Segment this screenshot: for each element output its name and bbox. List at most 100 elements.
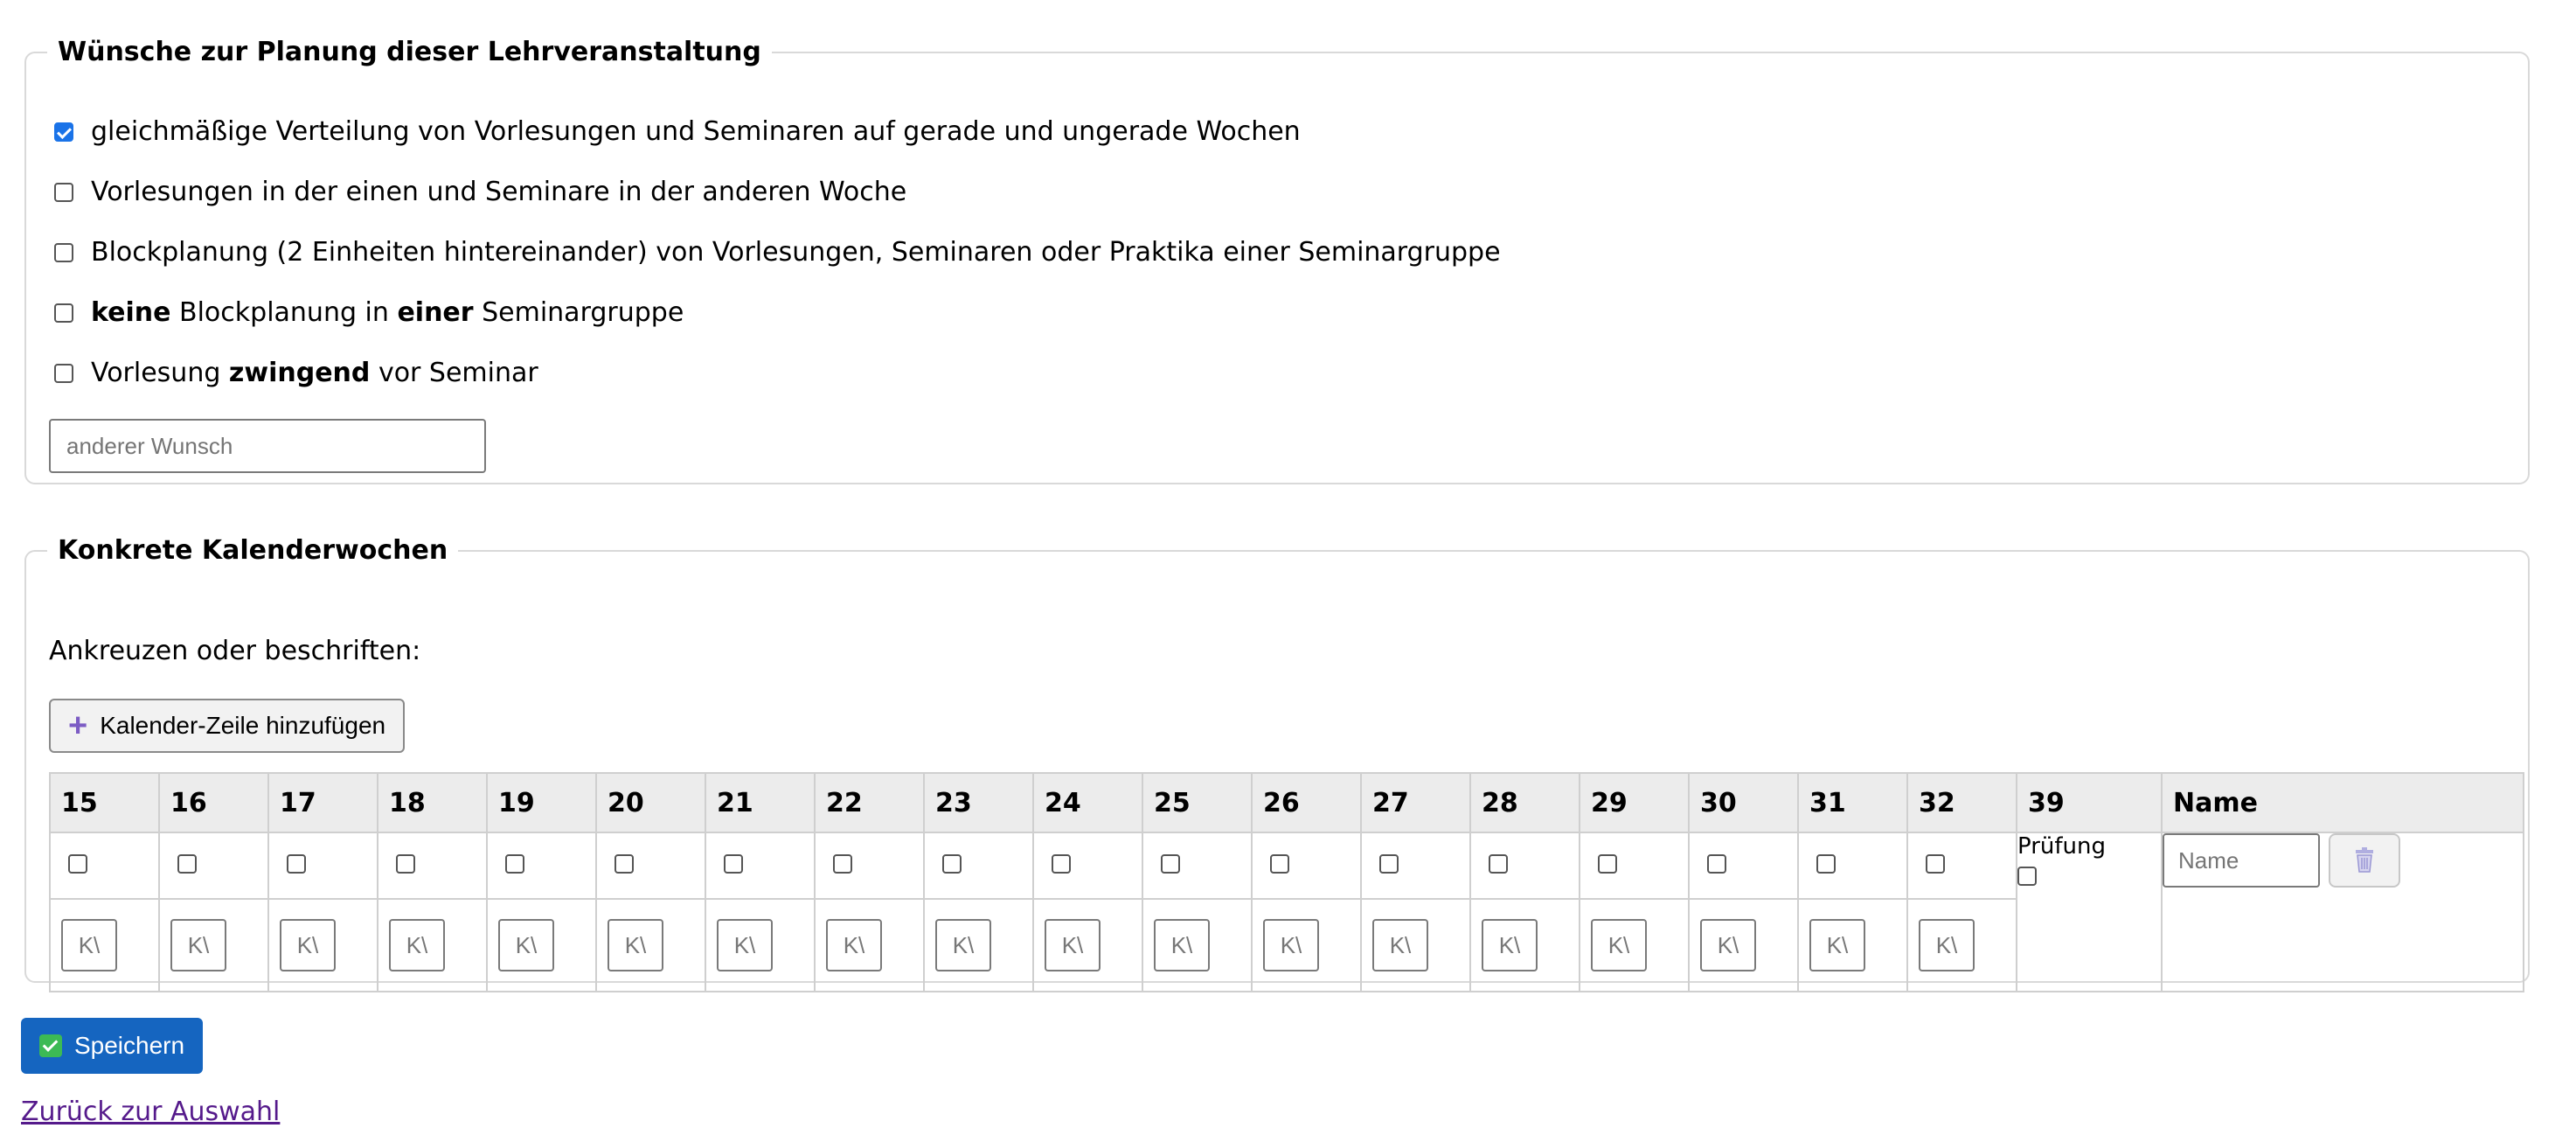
wish-checkbox-even-distribution[interactable] <box>54 122 73 142</box>
week-checkbox[interactable] <box>833 854 852 874</box>
name-cell <box>2161 832 2524 992</box>
kw-input[interactable]: K\ <box>389 919 445 971</box>
add-calendar-row-button[interactable]: + Kalender-Zeile hinzufügen <box>49 699 406 753</box>
kw-cell: K\ <box>923 898 1034 992</box>
week-checkbox[interactable] <box>1926 854 1945 874</box>
week-checkbox[interactable] <box>724 854 743 874</box>
wish-checkbox-alternating-weeks[interactable] <box>54 182 73 202</box>
week-checkbox-cell <box>814 832 925 900</box>
wishes-fieldset: Wünsche zur Planung dieser Lehrveranstal… <box>24 37 2530 484</box>
kw-input[interactable]: K\ <box>608 919 663 971</box>
kw-input[interactable]: K\ <box>1919 919 1975 971</box>
exam-checkbox[interactable] <box>2017 867 2037 886</box>
week-checkbox-cell <box>1579 832 1690 900</box>
kw-cell: K\ <box>705 898 816 992</box>
kw-cell: K\ <box>1906 898 2017 992</box>
wish-option-even-distribution[interactable]: gleichmäßige Verteilung von Vorlesungen … <box>54 116 1301 147</box>
week-checkbox[interactable] <box>68 854 87 874</box>
wish-option-no-block-planning[interactable]: keine Blockplanung in einer Seminargrupp… <box>54 297 684 328</box>
week-checkbox[interactable] <box>396 854 415 874</box>
calendar-fieldset: Konkrete Kalenderwochen Ankreuzen oder b… <box>24 535 2530 992</box>
back-to-selection-link[interactable]: Zurück zur Auswahl <box>21 1097 280 1127</box>
wish-checkbox-block-planning[interactable] <box>54 242 73 262</box>
week-header: 27 <box>1360 772 1471 833</box>
week-checkbox[interactable] <box>177 854 197 874</box>
kw-input[interactable]: K\ <box>170 919 226 971</box>
kw-input[interactable]: K\ <box>1700 919 1756 971</box>
calendar-header-row: 15 16 17 18 19 20 21 22 23 24 25 26 27 2… <box>49 772 2524 833</box>
wish-option-alternating-weeks[interactable]: Vorlesungen in der einen und Seminare in… <box>54 177 906 207</box>
kw-cell: K\ <box>1251 898 1362 992</box>
week-checkbox[interactable] <box>614 854 634 874</box>
week-checkbox-cell <box>158 832 269 900</box>
week-checkbox[interactable] <box>1707 854 1726 874</box>
wish-checkbox-no-block-planning[interactable] <box>54 303 73 323</box>
week-checkbox[interactable] <box>1598 854 1617 874</box>
kw-cell: K\ <box>1142 898 1253 992</box>
week-header: 24 <box>1032 772 1143 833</box>
week-checkbox[interactable] <box>1052 854 1071 874</box>
week-checkbox[interactable] <box>1379 854 1399 874</box>
week-checkbox-cell <box>1251 832 1362 900</box>
week-checkbox[interactable] <box>287 854 306 874</box>
kw-input[interactable]: K\ <box>826 919 882 971</box>
kw-cell: K\ <box>1688 898 1799 992</box>
week-checkbox[interactable] <box>505 854 524 874</box>
trash-icon <box>2356 847 2373 873</box>
kw-input[interactable]: K\ <box>1154 919 1210 971</box>
week-header: 31 <box>1797 772 1908 833</box>
delete-row-button[interactable] <box>2329 833 2400 888</box>
kw-cell: K\ <box>49 898 160 992</box>
exam-label: Prüfung <box>2017 833 2107 860</box>
week-checkbox[interactable] <box>1489 854 1508 874</box>
week-header: 18 <box>377 772 488 833</box>
wish-label: keine Blockplanung in einer Seminargrupp… <box>91 297 684 328</box>
exam-week-header: 39 <box>2016 772 2163 833</box>
kw-input[interactable]: K\ <box>1045 919 1101 971</box>
wish-option-lecture-before-seminar[interactable]: Vorlesung zwingend vor Seminar <box>54 358 538 388</box>
week-header: 29 <box>1579 772 1690 833</box>
wish-label: gleichmäßige Verteilung von Vorlesungen … <box>91 116 1301 147</box>
save-label: Speichern <box>73 1032 185 1059</box>
week-checkbox[interactable] <box>942 854 962 874</box>
week-checkbox-cell <box>486 832 597 900</box>
wish-option-block-planning[interactable]: Blockplanung (2 Einheiten hintereinander… <box>54 237 1501 268</box>
other-wish-input[interactable] <box>49 419 486 473</box>
kw-input[interactable]: K\ <box>61 919 117 971</box>
kw-input[interactable]: K\ <box>280 919 336 971</box>
week-header: 25 <box>1142 772 1253 833</box>
kw-cell: K\ <box>1469 898 1580 992</box>
week-checkbox-cell <box>1797 832 1908 900</box>
week-header: 19 <box>486 772 597 833</box>
kw-input[interactable]: K\ <box>1482 919 1538 971</box>
kw-cell: K\ <box>1579 898 1690 992</box>
week-header: 20 <box>595 772 706 833</box>
kw-input[interactable]: K\ <box>1372 919 1428 971</box>
week-checkbox[interactable] <box>1270 854 1289 874</box>
kw-input[interactable]: K\ <box>498 919 554 971</box>
save-button[interactable]: Speichern <box>21 1018 203 1074</box>
week-checkbox-cell <box>1360 832 1471 900</box>
week-checkbox-cell <box>49 832 160 900</box>
week-checkbox-cell <box>377 832 488 900</box>
kw-input[interactable]: K\ <box>717 919 773 971</box>
kw-cell: K\ <box>1797 898 1908 992</box>
wishes-legend: Wünsche zur Planung dieser Lehrveranstal… <box>58 37 761 67</box>
kw-input[interactable]: K\ <box>1591 919 1647 971</box>
week-checkbox[interactable] <box>1816 854 1836 874</box>
name-input[interactable] <box>2163 833 2320 888</box>
kw-input[interactable]: K\ <box>1809 919 1865 971</box>
week-checkbox-cell <box>1688 832 1799 900</box>
kw-input[interactable]: K\ <box>935 919 991 971</box>
add-calendar-row-label: Kalender-Zeile hinzufügen <box>100 712 386 739</box>
wish-label: Vorlesungen in der einen und Seminare in… <box>91 177 907 207</box>
wish-label: Blockplanung (2 Einheiten hintereinander… <box>91 237 1501 268</box>
exam-cell: Prüfung <box>2016 832 2163 992</box>
calendar-table: 15 16 17 18 19 20 21 22 23 24 25 26 27 2… <box>49 772 2524 992</box>
week-checkbox-cell <box>267 832 378 900</box>
wish-checkbox-lecture-before-seminar[interactable] <box>54 363 73 383</box>
wish-label: Vorlesung zwingend vor Seminar <box>91 358 538 388</box>
week-checkbox[interactable] <box>1161 854 1180 874</box>
kw-cell: K\ <box>814 898 925 992</box>
kw-input[interactable]: K\ <box>1263 919 1319 971</box>
